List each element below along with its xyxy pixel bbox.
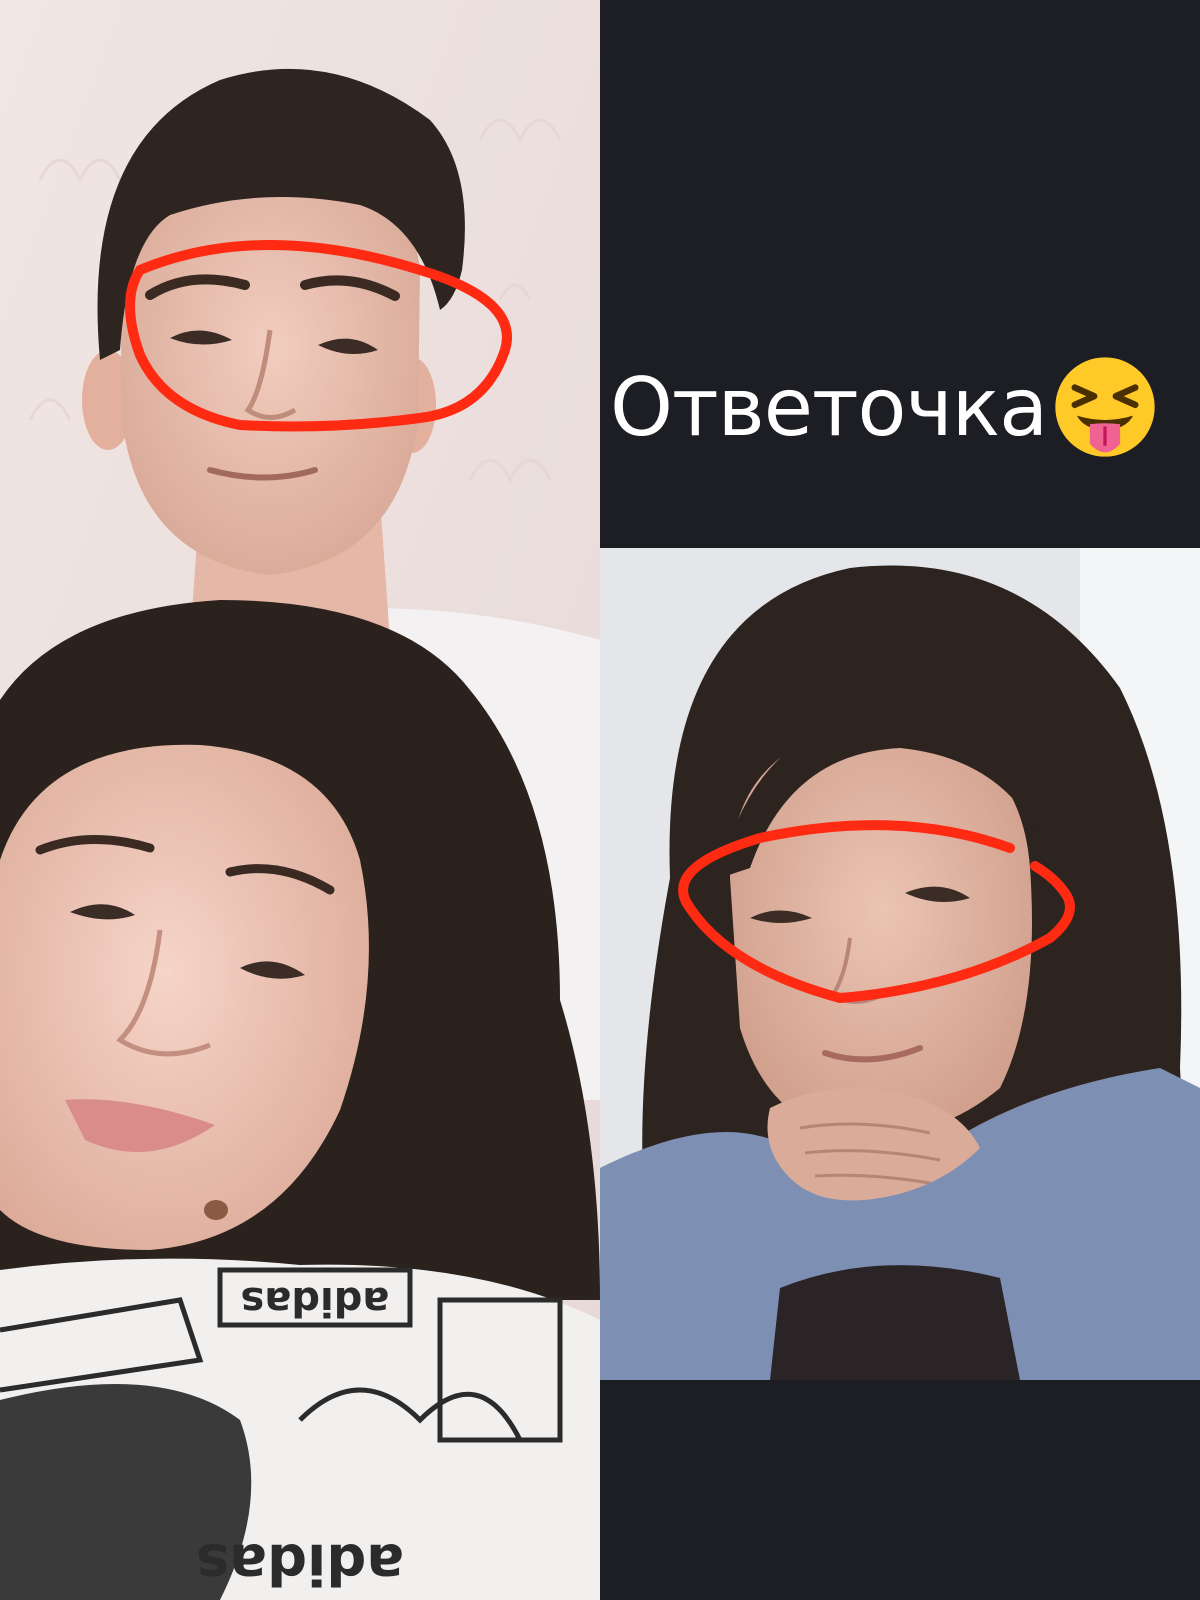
girl2-undershirt <box>770 1265 1020 1380</box>
left-photo: adidas adidas <box>0 0 600 1600</box>
squinting-face-with-tongue-icon <box>1051 353 1159 461</box>
bottom-panel <box>600 1380 1200 1600</box>
shirt-logo-top: adidas <box>241 1278 390 1324</box>
caption-text: Ответочка <box>610 360 1048 454</box>
emoji-graphic <box>1055 357 1155 457</box>
caption: Ответочка <box>610 352 1159 462</box>
left-photo-illustration: adidas adidas <box>0 0 600 1600</box>
shirt-logo-bottom: adidas <box>196 1531 404 1596</box>
right-photo-illustration <box>600 548 1200 1380</box>
right-photo <box>600 548 1200 1380</box>
caption-panel: Ответочка <box>600 0 1200 548</box>
girl-mole <box>204 1200 228 1220</box>
boy-face <box>120 160 420 575</box>
